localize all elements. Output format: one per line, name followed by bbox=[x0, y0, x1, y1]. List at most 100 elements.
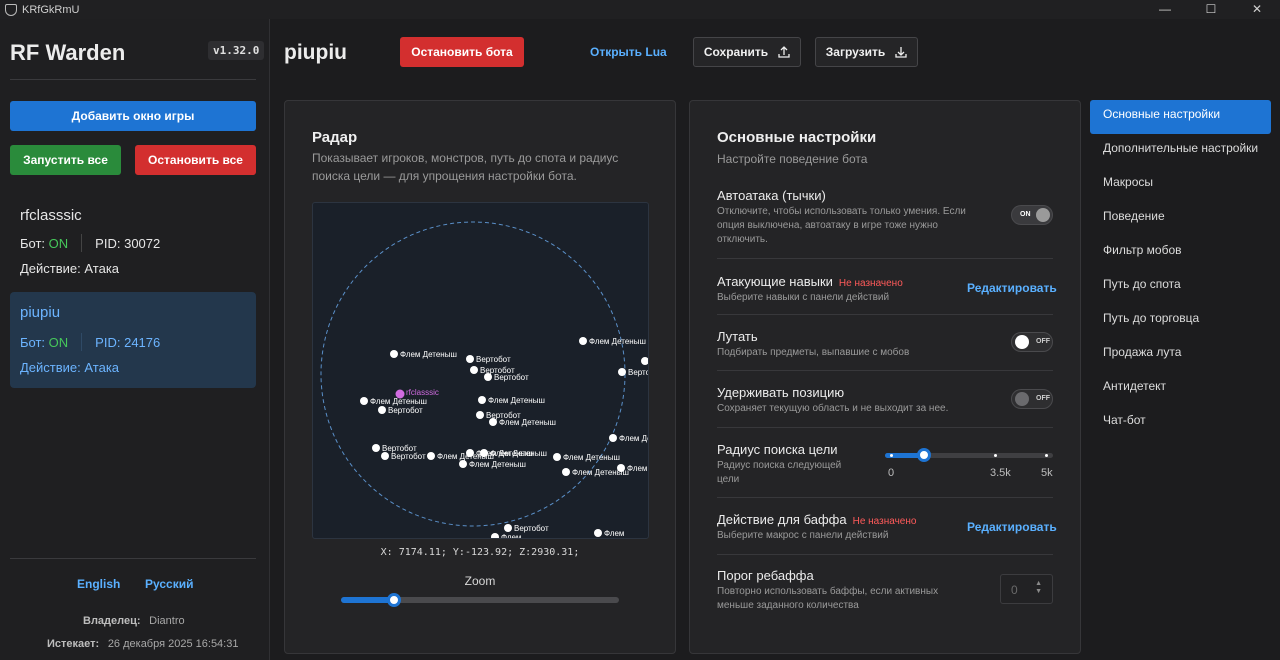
search-radius-slider[interactable] bbox=[885, 448, 1053, 462]
language-russian[interactable]: Русский bbox=[145, 577, 194, 591]
setting-hold-position: Удерживать позицию Сохраняет текущую обл… bbox=[717, 385, 1053, 416]
entity-dot bbox=[609, 434, 617, 442]
setting-description: Отключите, чтобы использовать только уме… bbox=[717, 206, 966, 245]
radar-entity: Флем Детеныш bbox=[480, 449, 547, 458]
zoom-slider[interactable] bbox=[341, 593, 619, 607]
zoom-slider-fill bbox=[341, 597, 394, 603]
entity-label: Вертобот bbox=[628, 368, 649, 377]
divider bbox=[717, 427, 1053, 428]
entity-label: Вертобот bbox=[388, 406, 423, 415]
stepper-value: 0 bbox=[1011, 583, 1018, 597]
slider-tick bbox=[994, 454, 997, 457]
radar-entity: Вертобот bbox=[484, 373, 529, 382]
radar-entity: Флем bbox=[594, 529, 624, 538]
nav-item-main-settings[interactable]: Основные настройки bbox=[1090, 100, 1271, 134]
radar-entity: Флем Детеныш bbox=[609, 434, 648, 443]
setting-description: Сохраняет текущую область и не выходит з… bbox=[717, 403, 949, 414]
minimize-button[interactable]: — bbox=[1142, 0, 1188, 19]
entity-dot bbox=[491, 533, 499, 538]
entity-dot bbox=[618, 368, 626, 376]
loot-toggle[interactable]: OFF bbox=[1011, 332, 1053, 352]
zoom-label: Zoom bbox=[464, 574, 496, 588]
unassigned-badge: Не назначено bbox=[852, 516, 917, 527]
radius-min-label: 0 bbox=[888, 467, 895, 479]
open-lua-link[interactable]: Открыть Lua bbox=[590, 45, 667, 59]
entity-label: Вертобот bbox=[476, 355, 511, 364]
nav-item-path-to-merchant[interactable]: Путь до торговца bbox=[1090, 304, 1271, 338]
radar-canvas[interactable]: Флем Детеныш Вертобот Вертобот Вертобот Флем… bbox=[312, 202, 649, 539]
slider-tick bbox=[1045, 454, 1048, 457]
entity-label: Флем Детеныш bbox=[400, 350, 457, 359]
nav-item-macros[interactable]: Макросы bbox=[1090, 168, 1271, 202]
entity-dot bbox=[579, 337, 587, 345]
nav-item-path-to-spot[interactable]: Путь до спота bbox=[1090, 270, 1271, 304]
upload-icon bbox=[778, 46, 790, 58]
game-window-card[interactable]: rfclasssic Бот: ON PID: 30072 Действие: … bbox=[10, 200, 256, 290]
toggle-state: OFF bbox=[1036, 338, 1050, 345]
nav-item-additional-settings[interactable]: Дополнительные настройки bbox=[1090, 134, 1271, 168]
pid-label: PID: bbox=[95, 334, 121, 350]
hold-position-toggle[interactable]: OFF bbox=[1011, 389, 1053, 409]
stop-bot-button[interactable]: Остановить бота bbox=[400, 37, 524, 67]
entity-dot bbox=[476, 411, 484, 419]
setting-title: Действие для баффа bbox=[717, 512, 847, 527]
pid-label: PID: bbox=[95, 235, 121, 251]
entity-dot bbox=[480, 449, 488, 457]
entity-dot bbox=[427, 452, 435, 460]
bot-label: Бот: bbox=[20, 235, 46, 251]
toggle-knob bbox=[1036, 208, 1050, 222]
sidebar: RF Warden v1.32.0 Добавить окно игры Зап… bbox=[0, 19, 270, 660]
entity-dot bbox=[372, 444, 380, 452]
entity-dot bbox=[478, 396, 486, 404]
entity-dot bbox=[390, 350, 398, 358]
nav-item-antidetect[interactable]: Антидетект bbox=[1090, 372, 1271, 406]
add-game-window-button[interactable]: Добавить окно игры bbox=[10, 101, 256, 131]
radar-entity: Вертобот bbox=[618, 368, 649, 377]
close-button[interactable]: ✕ bbox=[1234, 0, 1280, 19]
entity-dot bbox=[641, 357, 648, 365]
maximize-button[interactable]: ☐ bbox=[1188, 0, 1234, 19]
radar-entity: Флем Детеныш bbox=[360, 397, 427, 406]
autoattack-toggle[interactable]: ON bbox=[1011, 205, 1053, 225]
entity-dot bbox=[459, 460, 467, 468]
zoom-slider-handle[interactable] bbox=[386, 593, 401, 607]
start-all-button[interactable]: Запустить все bbox=[10, 145, 121, 175]
coordinates-readout: X: 7174.11; Y:-123.92; Z:2930.31; bbox=[380, 547, 580, 558]
game-window-card-active[interactable]: piupiu Бот: ON PID: 24176 Действие: Атак… bbox=[10, 292, 256, 388]
rebuff-threshold-stepper[interactable]: 0 ▲ ▼ bbox=[1000, 574, 1053, 604]
edit-buff-link[interactable]: Редактировать bbox=[967, 520, 1057, 534]
nav-item-mob-filter[interactable]: Фильтр мобов bbox=[1090, 236, 1271, 270]
edit-skills-link[interactable]: Редактировать bbox=[967, 281, 1057, 295]
window-controls: — ☐ ✕ bbox=[1142, 0, 1280, 19]
divider bbox=[717, 370, 1053, 371]
bot-label: Бот: bbox=[20, 334, 46, 350]
entity-dot bbox=[553, 453, 561, 461]
radar-entity: Флем Детеныш bbox=[641, 357, 648, 365]
window-name: piupiu bbox=[20, 304, 61, 321]
radar-entity: Флем Детеныш bbox=[617, 464, 648, 473]
setting-title: Автоатака (тычки) bbox=[717, 188, 826, 203]
radar-entity: Вертобот bbox=[381, 452, 426, 461]
load-button[interactable]: Загрузить bbox=[815, 37, 918, 67]
save-button[interactable]: Сохранить bbox=[693, 37, 801, 67]
expires-value: 26 декабря 2025 16:54:31 bbox=[107, 638, 239, 650]
separator bbox=[81, 234, 83, 252]
bot-status: ON bbox=[48, 334, 69, 350]
shield-icon bbox=[5, 3, 17, 16]
stop-all-button[interactable]: Остановить все bbox=[135, 145, 256, 175]
divider bbox=[717, 554, 1053, 555]
entity-label: Флем Детеныш bbox=[488, 396, 545, 405]
chevron-up-down-icon[interactable]: ▲ ▼ bbox=[1035, 580, 1042, 596]
nav-item-loot-sale[interactable]: Продажа лута bbox=[1090, 338, 1271, 372]
nav-item-behavior[interactable]: Поведение bbox=[1090, 202, 1271, 236]
nav-item-chat-bot[interactable]: Чат-бот bbox=[1090, 406, 1271, 440]
unassigned-badge: Не назначено bbox=[838, 278, 903, 289]
radar-entity: Флем Детеныш bbox=[579, 337, 646, 346]
language-english[interactable]: English bbox=[77, 577, 120, 591]
radar-entity: Вертобот bbox=[378, 406, 423, 415]
radar-entity: Флем Детеныш bbox=[459, 460, 526, 469]
search-radius-handle[interactable] bbox=[916, 448, 931, 462]
divider bbox=[717, 258, 1053, 259]
action-label: Действие: bbox=[20, 261, 81, 276]
player-marker: rfclasssic bbox=[395, 388, 439, 399]
